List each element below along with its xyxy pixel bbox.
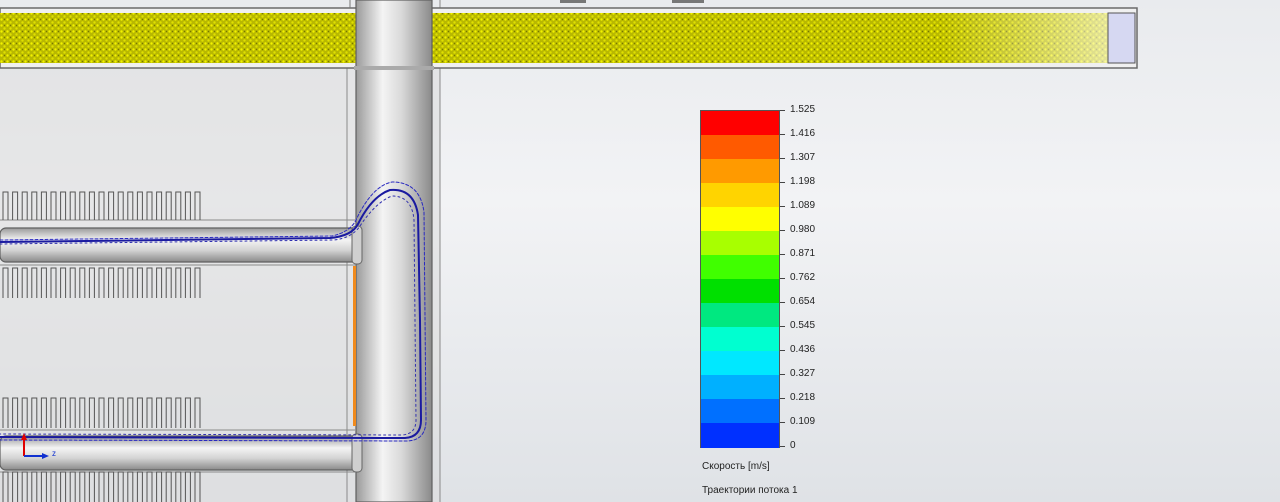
legend-tick-label: 0	[790, 440, 796, 451]
legend-tick-label: 1.089	[790, 200, 816, 211]
legend-tick-mark	[780, 110, 785, 111]
legend-tick-label: 0.436	[790, 344, 816, 355]
legend-tick-mark	[780, 206, 785, 207]
legend-title: Скорость [m/s]	[702, 461, 770, 472]
top-pipe-endcap	[1107, 12, 1136, 64]
legend-tick-mark	[780, 326, 785, 327]
legend-tick-label: 1.198	[790, 176, 816, 187]
legend-tick-label: 0.871	[790, 248, 816, 259]
legend-tick-mark	[780, 182, 785, 183]
legend-tick-mark	[780, 230, 785, 231]
legend-tick-mark	[780, 446, 785, 447]
legend-band	[701, 327, 779, 352]
legend-tick-label: 0.762	[790, 272, 816, 283]
legend-tick-label: 0.109	[790, 416, 816, 427]
legend-tick-label: 0.980	[790, 224, 816, 235]
legend-tick-label: 1.307	[790, 152, 816, 163]
legend-tick-label: 0.327	[790, 368, 816, 379]
legend-band	[701, 183, 779, 208]
legend-band	[701, 135, 779, 160]
legend-band	[701, 423, 779, 448]
branch-pipe-upper	[0, 227, 361, 263]
legend-band	[701, 375, 779, 400]
legend-band	[701, 399, 779, 424]
legend-tick-label: 0.545	[790, 320, 816, 331]
legend-tick-mark	[780, 158, 785, 159]
legend-tick-mark	[780, 134, 785, 135]
legend-band	[701, 159, 779, 184]
legend-tick-label: 0.654	[790, 296, 816, 307]
legend-band	[701, 111, 779, 136]
legend-band	[701, 207, 779, 232]
selected-edge	[353, 266, 356, 426]
axis-z-label: z	[52, 449, 56, 458]
legend-band	[701, 351, 779, 376]
legend-tick-label: 0.218	[790, 392, 816, 403]
legend-tick-label: 1.525	[790, 104, 816, 115]
legend-band	[701, 255, 779, 280]
legend-tick-label: 1.416	[790, 128, 816, 139]
legend-tick-mark	[780, 374, 785, 375]
legend-tick-mark	[780, 302, 785, 303]
legend-tick-mark	[780, 398, 785, 399]
legend-tick-mark	[780, 350, 785, 351]
legend-band	[701, 303, 779, 328]
legend-band	[701, 279, 779, 304]
legend-tick-mark	[780, 278, 785, 279]
viewport-3d[interactable]: z	[0, 0, 1280, 502]
legend-tick-mark	[780, 254, 785, 255]
legend-band	[701, 231, 779, 256]
legend-color-bar	[700, 110, 780, 448]
legend-tick-mark	[780, 422, 785, 423]
trajectory-label: Траектории потока 1	[702, 485, 798, 496]
